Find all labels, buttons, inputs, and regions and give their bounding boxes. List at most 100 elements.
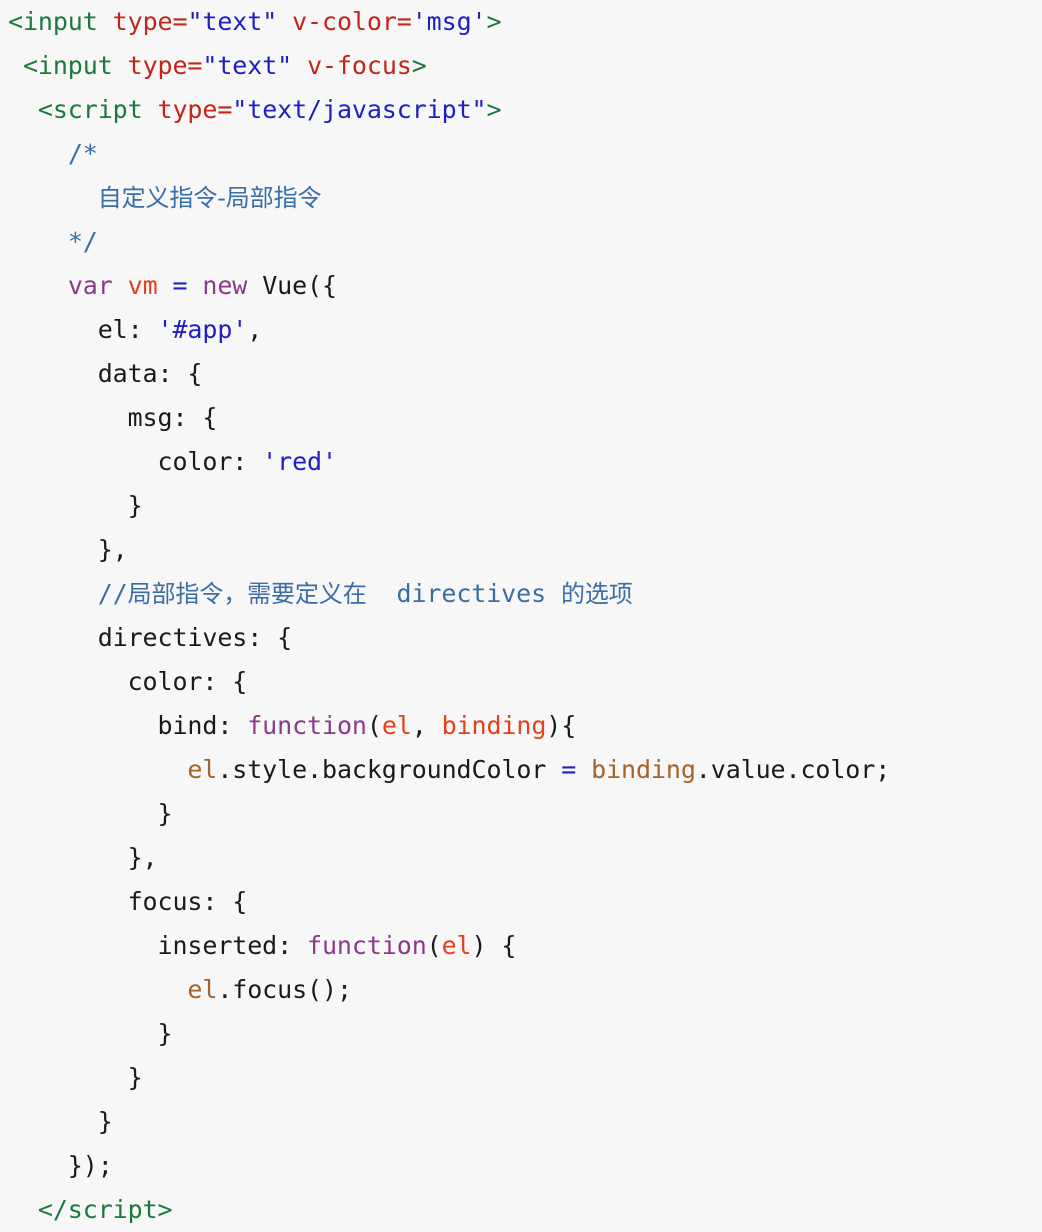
- code-token-plain: .value.color;: [695, 755, 891, 784]
- code-line: }: [0, 1100, 1042, 1144]
- code-token-plain: .focus();: [217, 975, 352, 1004]
- code-token-str: 'red': [262, 447, 337, 476]
- code-line: },: [0, 836, 1042, 880]
- code-token-cjk: 的选项: [561, 580, 633, 608]
- code-token-cmt: */: [67, 227, 98, 256]
- code-token-plain: }: [8, 1107, 113, 1136]
- code-token-ref: el: [187, 755, 218, 784]
- code-line: var vm = new Vue({: [0, 264, 1042, 308]
- code-token-attr: v-focus: [307, 51, 412, 80]
- code-line: <script type="text/javascript">: [0, 88, 1042, 132]
- code-token-tag: </script>: [37, 1195, 173, 1224]
- code-token-tag: >: [486, 7, 502, 36]
- code-token-cmt: directives: [366, 579, 561, 608]
- code-line: */: [0, 220, 1042, 264]
- code-line: color: 'red': [0, 440, 1042, 484]
- code-token-param: el: [441, 931, 472, 960]
- code-token-plain: ){: [546, 711, 577, 740]
- code-token-attr: type=: [157, 95, 233, 124]
- code-token-attr: type=: [112, 7, 188, 36]
- code-token-param: binding: [441, 711, 547, 740]
- code-token-plain: directives: {: [8, 623, 293, 652]
- code-token-plain: bind:: [8, 711, 248, 740]
- code-token-plain: Vue({: [247, 271, 337, 300]
- code-token-tag: >: [486, 95, 502, 124]
- code-token-tag: >: [411, 51, 427, 80]
- code-line: el.focus();: [0, 968, 1042, 1012]
- code-token-plain: }: [8, 491, 143, 520]
- code-line: el.style.backgroundColor = binding.value…: [0, 748, 1042, 792]
- code-token-kw: function: [307, 931, 427, 960]
- code-token-cjk: 局部指令，需要定义在: [127, 580, 367, 608]
- code-line: }: [0, 792, 1042, 836]
- code-line: el: '#app',: [0, 308, 1042, 352]
- code-line: inserted: function(el) {: [0, 924, 1042, 968]
- code-token-param: vm: [127, 271, 158, 300]
- code-line: </script>: [0, 1188, 1042, 1232]
- code-token-plain: color:: [8, 447, 263, 476]
- code-line: directives: {: [0, 616, 1042, 660]
- code-token-plain: ,: [411, 711, 442, 740]
- code-token-plain: focus: {: [8, 887, 248, 916]
- code-token-plain: ,: [247, 315, 263, 344]
- code-token-plain: .style.backgroundColor: [217, 755, 562, 784]
- code-line: }: [0, 1056, 1042, 1100]
- code-line: }: [0, 484, 1042, 528]
- code-line: msg: {: [0, 396, 1042, 440]
- code-token-plain: }: [8, 799, 173, 828]
- code-token-plain: }: [8, 1063, 143, 1092]
- code-token-kw: new: [202, 271, 248, 300]
- code-line: <input type="text" v-color='msg'>: [0, 0, 1042, 44]
- code-token-cmt: /*: [67, 139, 98, 168]
- code-line: 自定义指令-局部指令: [0, 176, 1042, 220]
- code-listing: <input type="text" v-color='msg'> <input…: [0, 0, 1042, 1232]
- code-token-tag: <script: [37, 95, 158, 124]
- code-token-str: '#app': [157, 315, 248, 344]
- code-token-tag: <input: [8, 7, 113, 36]
- code-line: }: [0, 1012, 1042, 1056]
- code-token-cjk: 自定义指令-局部指令: [97, 184, 322, 212]
- code-token-plain: (: [426, 931, 442, 960]
- code-line: focus: {: [0, 880, 1042, 924]
- code-token-plain: inserted:: [8, 931, 308, 960]
- code-token-cmt: //: [97, 579, 128, 608]
- code-line: //局部指令，需要定义在 directives 的选项: [0, 572, 1042, 616]
- code-token-ref: binding: [591, 755, 696, 784]
- code-token-op: =: [561, 755, 577, 784]
- code-token-plain: },: [8, 535, 128, 564]
- code-token-param: el: [381, 711, 412, 740]
- code-token-str: "text/javascript": [232, 95, 487, 124]
- code-token-plain: });: [8, 1151, 113, 1180]
- code-token-attr: v-color=: [292, 7, 412, 36]
- code-token-op: =: [172, 271, 188, 300]
- code-token-plain: ) {: [471, 931, 517, 960]
- code-line: <input type="text" v-focus>: [0, 44, 1042, 88]
- code-line: },: [0, 528, 1042, 572]
- code-line: });: [0, 1144, 1042, 1188]
- code-token-str: 'msg': [411, 7, 487, 36]
- code-token-plain: msg: {: [8, 403, 218, 432]
- code-token-ref: el: [187, 975, 218, 1004]
- code-token-plain: color: {: [8, 667, 248, 696]
- code-token-kw: var: [67, 271, 113, 300]
- code-line: color: {: [0, 660, 1042, 704]
- code-line: /*: [0, 132, 1042, 176]
- code-token-plain: }: [8, 1019, 173, 1048]
- code-token-plain: (: [366, 711, 382, 740]
- code-token-attr: type=: [127, 51, 203, 80]
- code-token-tag: <input: [22, 51, 128, 80]
